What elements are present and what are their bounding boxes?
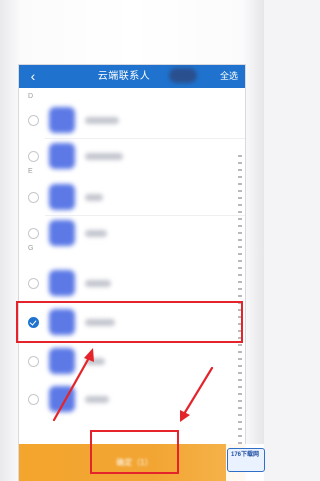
highlight-box-confirm-button: [90, 430, 179, 474]
row-divider: [45, 138, 245, 139]
contact-name: [85, 280, 111, 287]
contact-row[interactable]: [19, 181, 245, 215]
contact-name: [85, 194, 103, 201]
page-title: 云端联系人: [97, 71, 151, 82]
contact-row[interactable]: [19, 383, 245, 417]
app-screen: ‹ 云端联系人 全选 D E G 确定（1）: [19, 65, 245, 481]
contact-row[interactable]: [19, 104, 245, 138]
contact-name: [85, 358, 105, 365]
section-letter: D: [28, 93, 34, 100]
contact-avatar: [49, 348, 75, 374]
highlight-box-selected-contact: [16, 301, 243, 343]
contact-avatar: [49, 184, 75, 210]
contact-row[interactable]: [19, 140, 245, 174]
row-divider: [45, 215, 245, 216]
contact-name: [85, 153, 123, 160]
contact-name: [85, 117, 119, 124]
back-button[interactable]: ‹: [25, 67, 41, 85]
select-radio[interactable]: [28, 278, 39, 289]
contact-name: [85, 230, 107, 237]
contact-row[interactable]: [19, 345, 245, 379]
blurred-avatar: [169, 68, 197, 83]
section-letter: G: [28, 245, 34, 252]
contact-row[interactable]: [19, 267, 245, 301]
section-letter: E: [28, 168, 33, 175]
contact-avatar: [49, 270, 75, 296]
contact-avatar: [49, 220, 75, 246]
select-radio[interactable]: [28, 356, 39, 367]
select-radio[interactable]: [28, 151, 39, 162]
site-watermark: 176下载网: [226, 444, 265, 481]
contact-avatar: [49, 107, 75, 133]
select-radio[interactable]: [28, 115, 39, 126]
contact-name: [85, 396, 109, 403]
contact-avatar: [49, 143, 75, 169]
select-all-button[interactable]: 全选: [217, 70, 241, 83]
select-radio[interactable]: [28, 228, 39, 239]
watermark-text: 176下载网: [230, 452, 259, 458]
select-radio[interactable]: [28, 394, 39, 405]
contact-row[interactable]: [19, 217, 245, 251]
nav-bar: ‹ 云端联系人 全选: [19, 65, 245, 88]
contact-avatar: [49, 386, 75, 412]
select-radio[interactable]: [28, 192, 39, 203]
